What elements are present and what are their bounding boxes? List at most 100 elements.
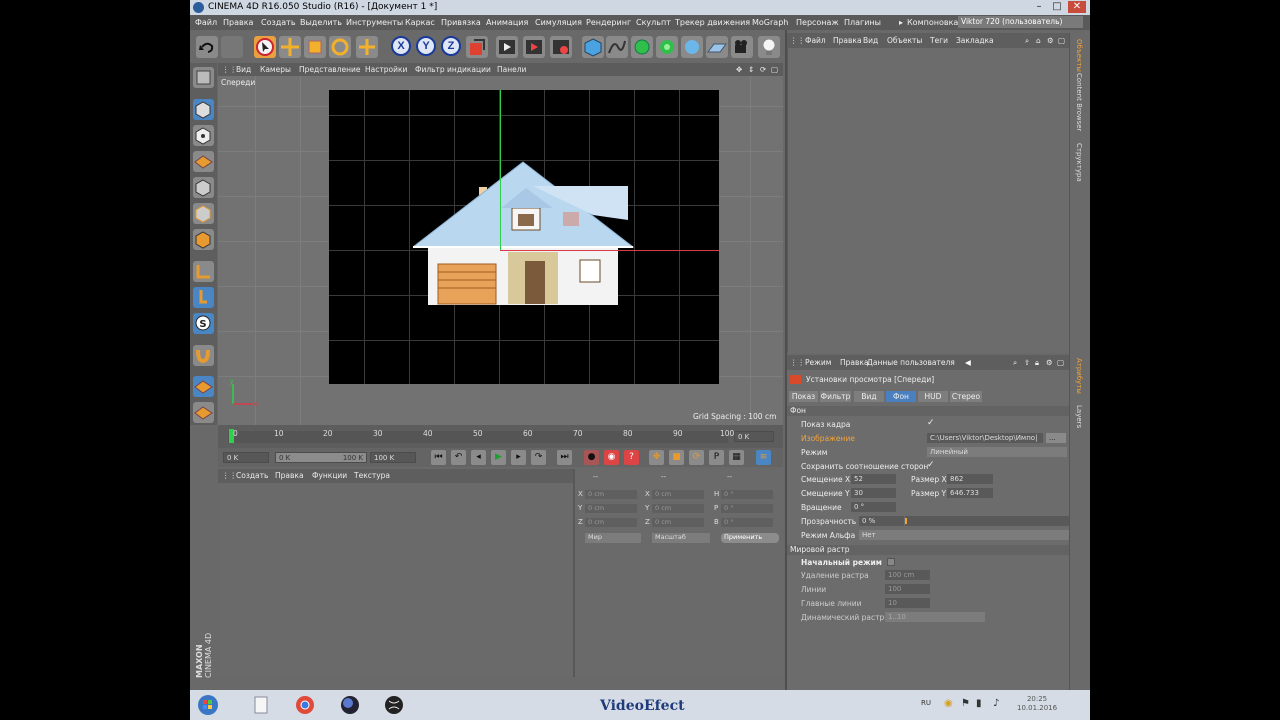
menu-plugins[interactable]: Плагины [844,18,881,27]
transparency-slider-thumb[interactable] [905,518,907,524]
tray-flag-icon[interactable]: ⚑ [961,698,970,709]
mode-dropdown[interactable]: Линейный [927,447,1067,457]
show-frame-checkbox[interactable]: ✓ [927,418,935,428]
offset-y-field[interactable]: 30 [851,488,896,498]
tab-stereo[interactable]: Стерео [950,391,982,402]
menu-edit[interactable]: Правка [223,18,253,27]
timeline-menu-icon[interactable]: ≡ [756,450,771,465]
up-icon[interactable]: ⇧ [1024,358,1030,367]
tab-view[interactable]: Вид [854,391,884,402]
om-menu-view[interactable]: Вид [863,36,878,45]
material-menu-edit[interactable]: Правка [275,471,304,480]
side-tab-content-browser[interactable]: Content Browser [1075,73,1083,131]
home-icon[interactable]: ⌂ [1036,36,1041,45]
tab-filter[interactable]: Фильтр [820,391,851,402]
render-picture-viewer-button[interactable] [523,36,545,58]
end-frame-field[interactable]: 100 K [370,452,416,463]
image-browse-button[interactable]: ... [1046,433,1066,443]
tab-hud[interactable]: HUD [918,391,948,402]
offset-x-field[interactable]: 52 [851,474,896,484]
grid-lock-button[interactable] [193,376,214,397]
taskbar-cinema4d-icon[interactable] [335,694,365,716]
zoom-icon[interactable]: ⇕ [748,65,754,74]
rotation-field[interactable]: 0 ° [851,502,896,512]
side-tab-layers[interactable]: Layers [1075,405,1083,428]
axis-mode-button[interactable] [193,261,214,282]
menu-file[interactable]: Файл [195,18,217,27]
move-button[interactable] [279,36,301,58]
go-to-start-button[interactable]: ⏮ [431,450,446,465]
spline-pen-button[interactable] [606,36,628,58]
om-menu-tags[interactable]: Теги [930,36,948,45]
tab-background[interactable]: Фон [886,391,916,402]
menu-motion-tracker[interactable]: Трекер движения [675,18,750,27]
menu-simulate[interactable]: Симуляция [535,18,582,27]
am-menu-edit[interactable]: Правка [840,358,869,367]
taskbar-chrome-icon[interactable] [290,694,320,716]
tray-volume-icon[interactable]: ♪ [993,698,999,709]
language-indicator[interactable]: RU [921,699,931,707]
make-editable-button[interactable] [193,67,214,88]
menu-mesh[interactable]: Каркас [405,18,435,27]
z-axis-lock-button[interactable]: Z [441,36,461,56]
viewport-menu-panels[interactable]: Панели [497,65,526,74]
major-lines-field[interactable]: 10 [885,598,930,608]
x-axis-lock-button[interactable]: X [391,36,411,56]
taskbar-explorer-icon[interactable] [246,694,276,716]
redo-button[interactable] [221,36,243,58]
taskbar-camtasia-icon[interactable] [379,694,409,716]
play-button[interactable]: ▶ [491,450,506,465]
menu-mograph[interactable]: MoGraph [752,18,788,27]
menu-render[interactable]: Рендеринг [586,18,631,27]
next-key-button[interactable]: ↷ [531,450,546,465]
range-slider[interactable]: 0 K 100 K [275,452,367,463]
current-frame-field[interactable]: 0 K [734,431,774,442]
space-dropdown[interactable]: Мир [585,533,641,543]
om-menu-file[interactable]: Файл [805,36,826,45]
cube-button[interactable] [582,36,604,58]
grid-distance-field[interactable]: 100 cm [885,570,930,580]
floor-button[interactable] [706,36,728,58]
parameter-key-icon[interactable]: P [709,450,724,465]
size-x-field[interactable]: 862 [947,474,993,484]
start-button[interactable] [195,694,225,716]
settings-icon[interactable]: ⚙ [1046,358,1053,367]
position-z-field[interactable]: 0 cm [585,518,637,527]
clock[interactable]: 20:25 10.01.2016 [1017,695,1057,713]
tray-network-icon[interactable]: ▮ [976,698,982,709]
maximize-button[interactable]: □ [1048,1,1066,13]
deformer-button[interactable] [681,36,703,58]
dynamic-grid-dropdown[interactable]: 1..10 [885,612,985,622]
magnet-button[interactable] [193,345,214,366]
scale-mode-dropdown[interactable]: Масштаб [652,533,710,543]
rotation-key-icon[interactable]: ⟳ [689,450,704,465]
tweak-mode-button[interactable] [193,287,214,308]
transparency-field[interactable]: 0 % [859,516,904,526]
next-frame-button[interactable]: ▸ [511,450,526,465]
image-path-field[interactable]: C:\Users\Viktor\Desktop\Импо| [927,433,1043,443]
edges-mode-button[interactable] [193,203,214,224]
live-select-button[interactable] [254,36,276,58]
viewport-menu-view[interactable]: Вид [236,65,251,74]
cloner-button[interactable] [656,36,678,58]
keep-aspect-checkbox[interactable]: ✓ [927,460,935,470]
viewport[interactable]: Спереди y x Grid Spacing: 100 cm [218,76,783,425]
material-menu-function[interactable]: Функции [312,471,347,480]
orbit-icon[interactable]: ⟳ [760,65,766,74]
start-frame-field[interactable]: 0 K [223,452,269,463]
material-menu-texture[interactable]: Текстура [354,471,390,480]
transform-button[interactable] [356,36,378,58]
texture-mode-button[interactable] [193,125,214,146]
menu-snap[interactable]: Привязка [441,18,481,27]
timeline[interactable]: 0 10 20 30 40 50 60 70 80 90 100 0 K [218,425,783,448]
rotation-b-field[interactable]: 0 ° [721,518,773,527]
lock-icon[interactable]: 🔒︎ [1035,358,1039,368]
menu-select[interactable]: Выделить [300,18,342,27]
rotation-h-field[interactable]: 0 ° [721,490,773,499]
viewport-menu-display[interactable]: Представление [299,65,361,74]
rotate-button[interactable] [329,36,351,58]
go-to-end-button[interactable]: ⏭ [557,450,572,465]
tab-display[interactable]: Показ [789,391,818,402]
viewport-menu-options[interactable]: Настройки [365,65,407,74]
workplane-lock-button[interactable] [193,402,214,423]
